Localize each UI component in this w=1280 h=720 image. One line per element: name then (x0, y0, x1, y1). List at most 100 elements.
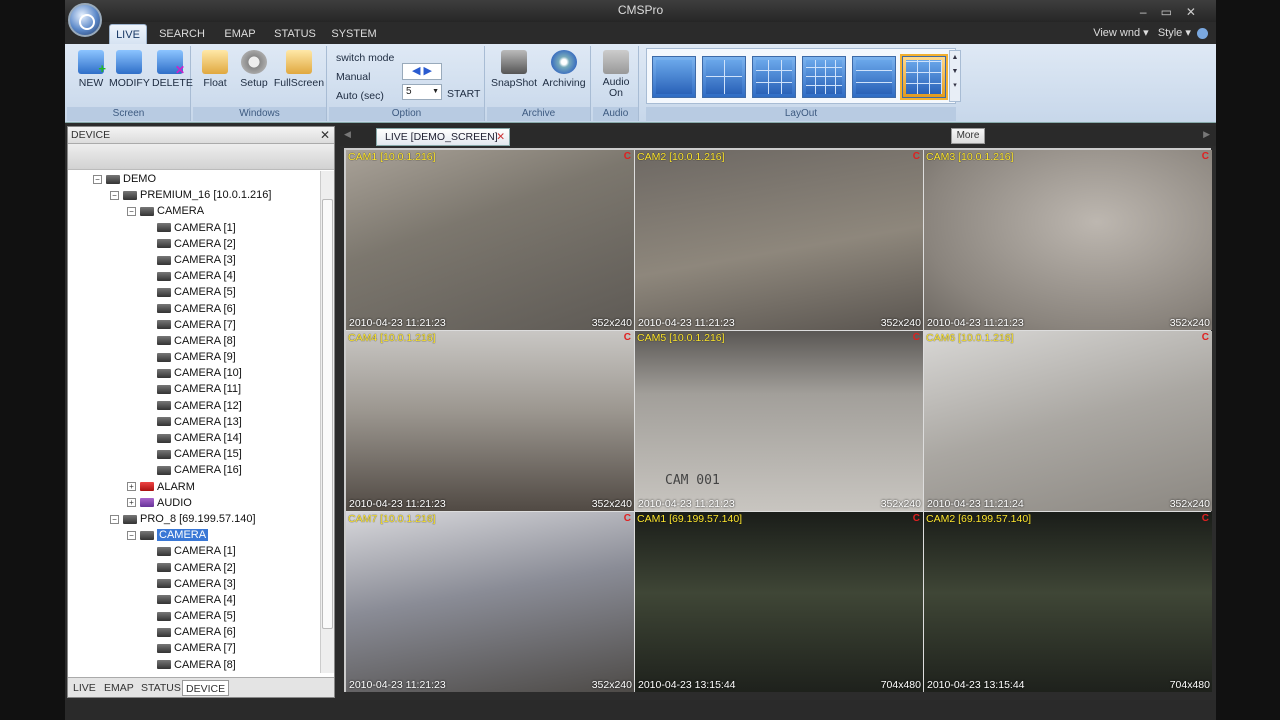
tree-node-camera[interactable]: CAMERA [2] (68, 236, 320, 252)
live-screen-tab[interactable]: LIVE [DEMO_SCREEN] ✕ (376, 128, 510, 146)
style-menu[interactable]: Style ▾ (1158, 27, 1191, 39)
close-tab-icon[interactable]: ✕ (496, 129, 505, 145)
camera-label: CAMERA [14] (174, 432, 242, 444)
tree-node-camera[interactable]: CAMERA [6] (68, 624, 320, 640)
record-indicator: C (912, 332, 920, 343)
gear-icon (241, 50, 267, 74)
tree-node-camera[interactable]: CAMERA [1] (68, 220, 320, 236)
camera-tile[interactable]: CAM1 [10.0.1.216] C 2010-04-23 11:21:23 352… (346, 150, 634, 330)
tab-scroll-left-icon[interactable]: ◀ (344, 129, 351, 140)
tree-node-camera[interactable]: CAMERA [4] (68, 592, 320, 608)
view-wnd-menu[interactable]: View wnd ▾ (1093, 27, 1148, 39)
tree-node-camera[interactable]: CAMERA [6] (68, 301, 320, 317)
layout-scroll[interactable]: ▲ ▼ ▾ (949, 50, 961, 102)
tree-node-camera[interactable]: CAMERA [3] (68, 576, 320, 592)
tree-node-camera[interactable]: CAMERA [7] (68, 640, 320, 656)
auto-interval-select[interactable]: 5 ▼ (402, 84, 442, 100)
camera-title: CAM2 [10.0.1.216] (637, 151, 725, 163)
delete-button[interactable]: ✕ DELETE (152, 50, 193, 89)
manual-option[interactable]: Manual (336, 71, 370, 83)
bottom-tab-live[interactable]: LIVE (73, 680, 96, 696)
tree-node-premium16[interactable]: − PREMIUM_16 [10.0.1.216] (68, 187, 320, 203)
layout-1plus5[interactable] (752, 56, 796, 98)
window-controls[interactable]: –▭✕ (1140, 2, 1210, 22)
tree-node-camera[interactable]: CAMERA [1] (68, 543, 320, 559)
tree-node-camera[interactable]: CAMERA [3] (68, 252, 320, 268)
record-indicator: C (623, 151, 631, 162)
camera-tile[interactable]: CAM5 [10.0.1.216] C 2010-04-23 11:21:23 352… (635, 331, 923, 511)
option-group: switch mode Manual Auto (sec) ◀ ▶ 5 ▼ STA… (329, 46, 485, 121)
camera-tile[interactable]: CAM2 [69.199.57.140] C 2010-04-23 13:15:44… (924, 512, 1212, 692)
help-icon[interactable] (1197, 27, 1208, 39)
camera-tile[interactable]: CAM3 [10.0.1.216] C 2010-04-23 11:21:23 352… (924, 150, 1212, 330)
tree-node-camera[interactable]: CAMERA [16] (68, 462, 320, 478)
manual-prev-next[interactable]: ◀ ▶ (402, 63, 442, 80)
float-button[interactable]: Float (197, 50, 233, 89)
tree-node-camera[interactable]: CAMERA [15] (68, 446, 320, 462)
tree-node-camera[interactable]: CAMERA [10] (68, 365, 320, 381)
layout-1x1[interactable] (652, 56, 696, 98)
tree-node-pro8[interactable]: − PRO_8 [69.199.57.140] (68, 511, 320, 527)
tree-node-camera[interactable]: CAMERA [14] (68, 430, 320, 446)
bottom-tab-emap[interactable]: EMAP (104, 680, 134, 696)
new-button[interactable]: + NEW (75, 50, 107, 89)
tree-node-camera[interactable]: CAMERA [11] (68, 381, 320, 397)
tree-node-pro8-camera-group[interactable]: − CAMERA (68, 527, 320, 543)
bottom-tab-device[interactable]: DEVICE (182, 680, 230, 696)
tree-node-camera[interactable]: CAMERA [13] (68, 414, 320, 430)
ribbon: + NEW MODIFY ✕ DELETE Screen Float Setup (65, 44, 1216, 123)
tab-scroll-right-icon[interactable]: ▶ (1203, 129, 1210, 140)
archiving-button[interactable]: Archiving (539, 50, 589, 89)
layout-3x3-selected[interactable] (900, 54, 948, 100)
layout-1plus7[interactable] (802, 56, 846, 98)
tab-live[interactable]: LIVE (109, 24, 147, 44)
layout-2x2[interactable] (702, 56, 746, 98)
modify-screen-icon (116, 50, 142, 74)
camera-tile[interactable]: CAM2 [10.0.1.216] C 2010-04-23 11:21:23 352… (635, 150, 923, 330)
tree-node-camera[interactable]: CAMERA [7] (68, 317, 320, 333)
camera-label: CAMERA [9] (174, 351, 236, 364)
start-button[interactable]: START (447, 88, 480, 100)
tree-scrollbar[interactable] (320, 171, 334, 673)
tab-emap[interactable]: EMAP (220, 24, 260, 44)
delete-screen-icon: ✕ (157, 50, 185, 77)
tree-node-alarm[interactable]: + ALARM (68, 479, 320, 495)
tab-status[interactable]: STATUS (272, 24, 318, 44)
camera-tile[interactable]: CAM4 [10.0.1.216] C 2010-04-23 11:21:23 352… (346, 331, 634, 511)
modify-button[interactable]: MODIFY (109, 50, 150, 89)
snapshot-button[interactable]: SnapShot (490, 50, 538, 89)
fullscreen-button[interactable]: FullScreen (273, 50, 325, 89)
camera-title: CAM4 [10.0.1.216] (348, 332, 436, 344)
camera-tile[interactable]: CAM1 [69.199.57.140] C 2010-04-23 13:15:44… (635, 512, 923, 692)
close-icon[interactable]: ✕ (320, 127, 330, 144)
tree-node-camera[interactable]: CAMERA [8] (68, 333, 320, 349)
camera-label: CAMERA [3] (174, 253, 236, 266)
app-orb-icon[interactable] (68, 3, 102, 37)
tree-node-camera[interactable]: CAMERA [12] (68, 398, 320, 414)
tab-system[interactable]: SYSTEM (331, 24, 377, 44)
auto-option[interactable]: Auto (sec) (336, 90, 384, 102)
setup-button[interactable]: Setup (237, 50, 271, 89)
record-indicator: C (1201, 151, 1209, 162)
tree-node-demo[interactable]: − DEMO (68, 171, 320, 187)
tree-node-camera[interactable]: CAMERA [5] (68, 608, 320, 624)
tab-search[interactable]: SEARCH (158, 24, 206, 44)
tree-node-camera[interactable]: CAMERA [2] (68, 560, 320, 576)
tree-node-camera[interactable]: CAMERA [9] (68, 349, 320, 365)
camera-channel-icon (157, 465, 171, 475)
camera-channel-icon (157, 595, 171, 605)
camera-tile[interactable]: CAM6 [10.0.1.216] C 2010-04-23 11:21:24 352… (924, 331, 1212, 511)
camera-label: CAMERA [2] (174, 561, 236, 574)
bottom-tab-status[interactable]: STATUS (141, 680, 181, 696)
tree-node-audio[interactable]: + AUDIO (68, 495, 320, 511)
audio-on-button[interactable]: Audio On (595, 50, 637, 99)
windows-group: Float Setup FullScreen Windows (193, 46, 327, 121)
layout-custom[interactable] (852, 56, 896, 98)
camera-tile[interactable]: CAM7 [10.0.1.216] C 2010-04-23 11:21:23 352… (346, 512, 634, 692)
tree-node-camera-group[interactable]: − CAMERA (68, 203, 320, 219)
tree-node-camera[interactable]: CAMERA [8] (68, 657, 320, 673)
option-group-title: Option (329, 107, 484, 121)
archive-group-title: Archive (487, 107, 590, 121)
tree-node-camera[interactable]: CAMERA [5] (68, 284, 320, 300)
tree-node-camera[interactable]: CAMERA [4] (68, 268, 320, 284)
